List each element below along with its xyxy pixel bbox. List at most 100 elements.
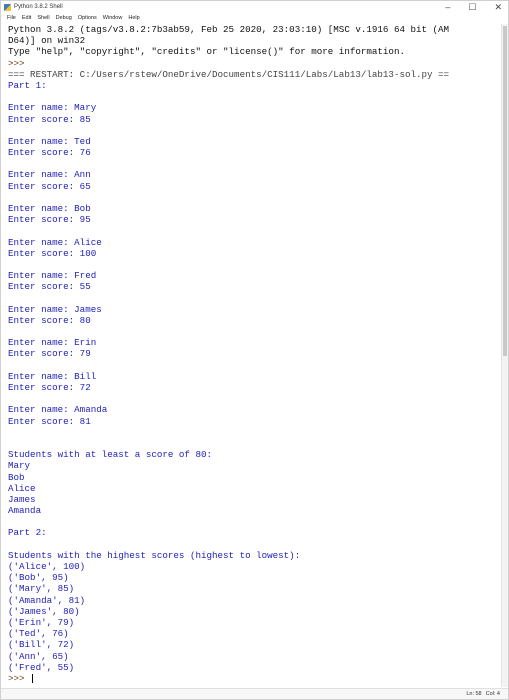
shell-line-text: === RESTART: C:/Users/rstew/OneDrive/Doc… — [8, 68, 450, 80]
shell-line: Enter score: 55 — [8, 281, 499, 292]
shell-line: >>> — [8, 673, 499, 684]
shell-line: Enter name: Mary — [8, 102, 499, 113]
shell-line: Enter score: 65 — [8, 181, 499, 192]
shell-line-text: ('Bill', 72) — [8, 639, 75, 651]
shell-line-text: Enter score: 85 — [8, 113, 91, 125]
shell-line: Enter score: 76 — [8, 147, 499, 158]
status-bar: Ln: 58 Col: 4 — [1, 688, 508, 699]
shell-line — [8, 192, 499, 203]
window-title: Python 3.8.2 Shell — [14, 4, 63, 10]
shell-line: D64)] on win32 — [8, 35, 499, 46]
shell-line-text: ('Ann', 65) — [8, 650, 69, 662]
shell-line-text: Enter name: Ann — [8, 169, 91, 181]
python-icon — [4, 3, 11, 11]
shell-line: Enter score: 85 — [8, 114, 499, 125]
menu-file[interactable]: File — [7, 15, 16, 21]
shell-line: ('Ann', 65) — [8, 651, 499, 662]
shell-line — [8, 259, 499, 270]
shell-line: Enter score: 95 — [8, 214, 499, 225]
menu-window[interactable]: Window — [103, 15, 123, 21]
shell-line-text: Enter score: 95 — [8, 214, 91, 226]
shell-line: Part 2: — [8, 527, 499, 538]
shell-line: Enter name: Alice — [8, 237, 499, 248]
shell-line: Enter score: 79 — [8, 348, 499, 359]
scrollbar-thumb[interactable] — [503, 26, 507, 356]
shell-line: ('Bill', 72) — [8, 639, 499, 650]
window-controls: – ☐ ✕ — [445, 1, 502, 13]
shell-line-text: James — [8, 493, 36, 505]
shell-line-text: Enter name: Bob — [8, 203, 91, 214]
shell-line-text: Enter score: 76 — [8, 147, 91, 159]
shell-line-text: Alice — [8, 482, 36, 494]
shell-line — [8, 158, 499, 169]
shell-line — [8, 539, 499, 550]
shell-line-text: Enter score: 55 — [8, 281, 91, 293]
shell-line: Students with at least a score of 80: — [8, 449, 499, 460]
shell-line: Enter score: 81 — [8, 416, 499, 427]
text-cursor — [32, 673, 34, 683]
shell-line-text: ('Erin', 79) — [8, 616, 75, 628]
shell-line-text: ('Fred', 55) — [8, 661, 75, 673]
shell-line-text: Enter name: James — [8, 303, 102, 315]
shell-line-text: Enter score: 79 — [8, 348, 91, 360]
shell-line — [8, 91, 499, 102]
shell-line: Mary — [8, 460, 499, 471]
shell-line: Enter name: James — [8, 304, 499, 315]
close-icon[interactable]: ✕ — [494, 2, 502, 13]
shell-line: ('Mary', 85) — [8, 583, 499, 594]
shell-line — [8, 293, 499, 304]
shell-line-text: Enter score: 65 — [8, 180, 91, 192]
shell-line: Enter name: Ann — [8, 169, 499, 180]
shell-line-text: Type "help", "copyright", "credits" or "… — [8, 46, 405, 58]
shell-line-text: ('Ted', 76) — [8, 628, 69, 640]
shell-line-text: Enter name: Erin — [8, 337, 97, 349]
shell-line: Enter name: Bill — [8, 371, 499, 382]
shell-line-text: Part 1: — [8, 79, 47, 91]
shell-line: Enter name: Bob — [8, 203, 499, 214]
shell-line-text: Enter name: Ted — [8, 135, 91, 147]
shell-line: Enter score: 100 — [8, 248, 499, 259]
shell-line: Enter score: 72 — [8, 382, 499, 393]
shell-line-text: Enter score: 100 — [8, 247, 97, 259]
shell-line: Enter name: Erin — [8, 337, 499, 348]
shell-line: Enter name: Ted — [8, 136, 499, 147]
shell-line: ('James', 80) — [8, 606, 499, 617]
menu-options[interactable]: Options — [78, 15, 97, 21]
shell-line: Enter score: 80 — [8, 315, 499, 326]
shell-line: ('Ted', 76) — [8, 628, 499, 639]
shell-line: Enter name: Fred — [8, 270, 499, 281]
shell-line-text: Enter name: Fred — [8, 270, 97, 282]
shell-line: Alice — [8, 483, 499, 494]
shell-line-text: Enter name: Bill — [8, 370, 97, 382]
shell-line-text: Enter name: Amanda — [8, 404, 108, 416]
vertical-scrollbar[interactable] — [501, 24, 508, 687]
shell-line-text: Enter name: Alice — [8, 236, 102, 248]
shell-line-text: ('Bob', 95) — [8, 572, 69, 584]
shell-line: === RESTART: C:/Users/rstew/OneDrive/Doc… — [8, 69, 499, 80]
menu-help[interactable]: Help — [128, 15, 139, 21]
shell-line — [8, 438, 499, 449]
shell-line-text: Part 2: — [8, 527, 47, 539]
shell-output-area[interactable]: Python 3.8.2 (tags/v3.8.2:7b3ab59, Feb 2… — [8, 24, 499, 687]
shell-line: Part 1: — [8, 80, 499, 91]
shell-line-text: ('James', 80) — [8, 605, 80, 617]
shell-line: Enter name: Amanda — [8, 404, 499, 415]
shell-line — [8, 225, 499, 236]
menu-shell[interactable]: Shell — [37, 15, 49, 21]
shell-line — [8, 516, 499, 527]
status-line-number: Ln: 58 — [466, 691, 482, 697]
maximize-icon[interactable]: ☐ — [468, 2, 476, 13]
title-bar: Python 3.8.2 Shell – ☐ ✕ — [1, 1, 508, 13]
shell-line — [8, 427, 499, 438]
menu-debug[interactable]: Debug — [56, 15, 72, 21]
menu-edit[interactable]: Edit — [22, 15, 31, 21]
shell-line-text: Mary — [8, 460, 31, 472]
minimize-icon[interactable]: – — [445, 2, 450, 12]
shell-line: ('Amanda', 81) — [8, 595, 499, 606]
shell-line: James — [8, 494, 499, 505]
shell-line — [8, 326, 499, 337]
shell-line: ('Fred', 55) — [8, 662, 499, 673]
shell-line-text: Enter score: 81 — [8, 415, 91, 427]
shell-line — [8, 360, 499, 371]
shell-line-text: Students with at least a score of 80: — [8, 449, 212, 461]
